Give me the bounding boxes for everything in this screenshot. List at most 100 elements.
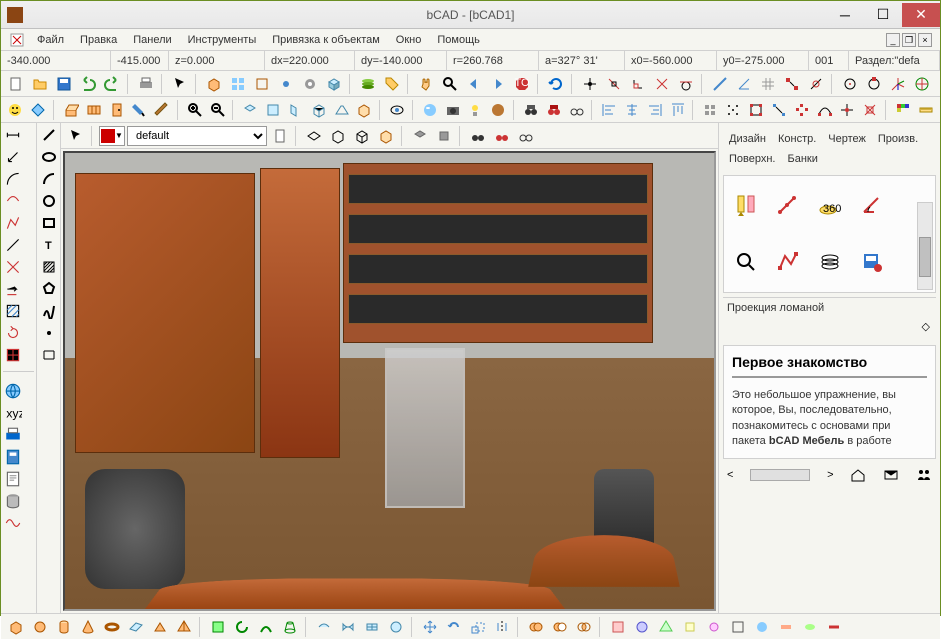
draw-circle[interactable] <box>39 191 59 211</box>
rp-tab-banks[interactable]: Банки <box>784 151 822 167</box>
undo-button[interactable] <box>77 73 99 95</box>
bt-surf-1[interactable] <box>313 616 335 638</box>
bt-edit-3[interactable] <box>467 616 489 638</box>
mdi-minimize[interactable]: _ <box>886 33 900 47</box>
menu-window[interactable]: Окно <box>388 31 430 49</box>
draw-ellipse[interactable] <box>39 147 59 167</box>
snap-btn-4[interactable] <box>651 73 673 95</box>
tb2-btn-2[interactable] <box>83 99 104 121</box>
bt-prim-4[interactable] <box>77 616 99 638</box>
vp-find-2[interactable] <box>491 125 513 147</box>
tool-btn-7[interactable] <box>357 73 379 95</box>
vp-cube-2[interactable] <box>433 125 455 147</box>
zoom-out-button[interactable] <box>207 99 228 121</box>
lt-hatch-1[interactable] <box>3 301 23 321</box>
save-button[interactable] <box>53 73 75 95</box>
rp-tab-drawing[interactable]: Чертеж <box>824 131 870 147</box>
node-btn-1[interactable] <box>746 99 767 121</box>
tool-btn-3[interactable] <box>251 73 273 95</box>
close-button[interactable]: ✕ <box>902 3 940 27</box>
bt-prim-2[interactable] <box>29 616 51 638</box>
node-btn-4[interactable] <box>814 99 835 121</box>
rp-tab-prod[interactable]: Произв. <box>874 131 922 147</box>
tb2-btn-1[interactable] <box>60 99 81 121</box>
lt-globe[interactable] <box>3 381 23 401</box>
face-button[interactable] <box>5 99 26 121</box>
bt-misc-1[interactable] <box>607 616 629 638</box>
snap-btn-3[interactable] <box>627 73 649 95</box>
bt-misc-10[interactable] <box>823 616 845 638</box>
draw-rect[interactable] <box>39 213 59 233</box>
rp-icon-4[interactable] <box>858 192 886 220</box>
snap-btn-11[interactable] <box>839 73 861 95</box>
vp-layer-select[interactable]: default <box>127 126 267 146</box>
tool-btn-4[interactable] <box>275 73 297 95</box>
bt-prim-7[interactable] <box>149 616 171 638</box>
vp-color-picker[interactable]: ▼ <box>99 126 125 146</box>
viewport-3d[interactable] <box>63 151 716 611</box>
snap-btn-2[interactable] <box>603 73 625 95</box>
rp-icon-5[interactable] <box>732 248 760 276</box>
lt-mesh-1[interactable] <box>3 345 23 365</box>
vp-find-1[interactable] <box>467 125 489 147</box>
snap-btn-6[interactable] <box>709 73 731 95</box>
tool-btn-2[interactable] <box>227 73 249 95</box>
menu-snap[interactable]: Привязка к объектам <box>264 31 388 49</box>
minimize-button[interactable]: ─ <box>826 3 864 27</box>
nav-right-button[interactable] <box>487 73 509 95</box>
bt-op-4[interactable] <box>279 616 301 638</box>
bt-misc-2[interactable] <box>631 616 653 638</box>
vp-grid-4[interactable] <box>375 125 397 147</box>
find-btn-3[interactable] <box>566 99 587 121</box>
select-button[interactable] <box>169 73 191 95</box>
bt-edit-4[interactable] <box>491 616 513 638</box>
snap-btn-5[interactable] <box>675 73 697 95</box>
tool-btn-5[interactable] <box>299 73 321 95</box>
diamond-button[interactable] <box>28 99 49 121</box>
print-button[interactable] <box>135 73 157 95</box>
bt-op-3[interactable] <box>255 616 277 638</box>
align-btn-3[interactable] <box>645 99 666 121</box>
vp-doc[interactable] <box>269 125 291 147</box>
new-file-button[interactable] <box>5 73 27 95</box>
node-btn-6[interactable] <box>860 99 881 121</box>
tool-btn-8[interactable] <box>381 73 403 95</box>
snap-btn-8[interactable] <box>757 73 779 95</box>
rp-scroll-v[interactable] <box>917 202 933 290</box>
lt-rot-1[interactable] <box>3 323 23 343</box>
zoom-in-button[interactable] <box>184 99 205 121</box>
node-btn-2[interactable] <box>768 99 789 121</box>
lt-arc-2[interactable] <box>3 191 23 211</box>
ruler-btn[interactable] <box>915 99 936 121</box>
origin-button[interactable] <box>911 73 933 95</box>
redo-button[interactable] <box>101 73 123 95</box>
rp-nav-left[interactable]: < <box>727 469 733 481</box>
bt-misc-8[interactable] <box>775 616 797 638</box>
draw-hatch[interactable] <box>39 257 59 277</box>
rp-icon-6[interactable] <box>774 248 802 276</box>
rp-nav-right[interactable]: > <box>827 469 833 481</box>
bt-surf-3[interactable] <box>361 616 383 638</box>
align-btn-4[interactable] <box>667 99 688 121</box>
rp-tab-surface[interactable]: Поверхн. <box>725 151 780 167</box>
rp-collapse-icon[interactable]: ◇ <box>922 321 930 333</box>
lt-arrow-1[interactable] <box>3 279 23 299</box>
snap-btn-7[interactable] <box>733 73 755 95</box>
lt-print[interactable] <box>3 425 23 445</box>
nav-left-button[interactable] <box>463 73 485 95</box>
color-btn[interactable] <box>892 99 913 121</box>
rp-icon-2[interactable] <box>774 192 802 220</box>
snap-btn-1[interactable] <box>579 73 601 95</box>
bt-prim-6[interactable] <box>125 616 147 638</box>
lt-db[interactable] <box>3 491 23 511</box>
bt-edit-2[interactable] <box>443 616 465 638</box>
render-btn-4[interactable] <box>488 99 509 121</box>
find-btn-2[interactable] <box>543 99 564 121</box>
render-btn-2[interactable] <box>442 99 463 121</box>
bt-bool-3[interactable] <box>573 616 595 638</box>
bt-prim-3[interactable] <box>53 616 75 638</box>
lt-wave[interactable] <box>3 513 23 533</box>
lt-xyz[interactable]: xyz <box>3 403 23 423</box>
menu-edit[interactable]: Правка <box>72 31 125 49</box>
bt-misc-5[interactable] <box>703 616 725 638</box>
